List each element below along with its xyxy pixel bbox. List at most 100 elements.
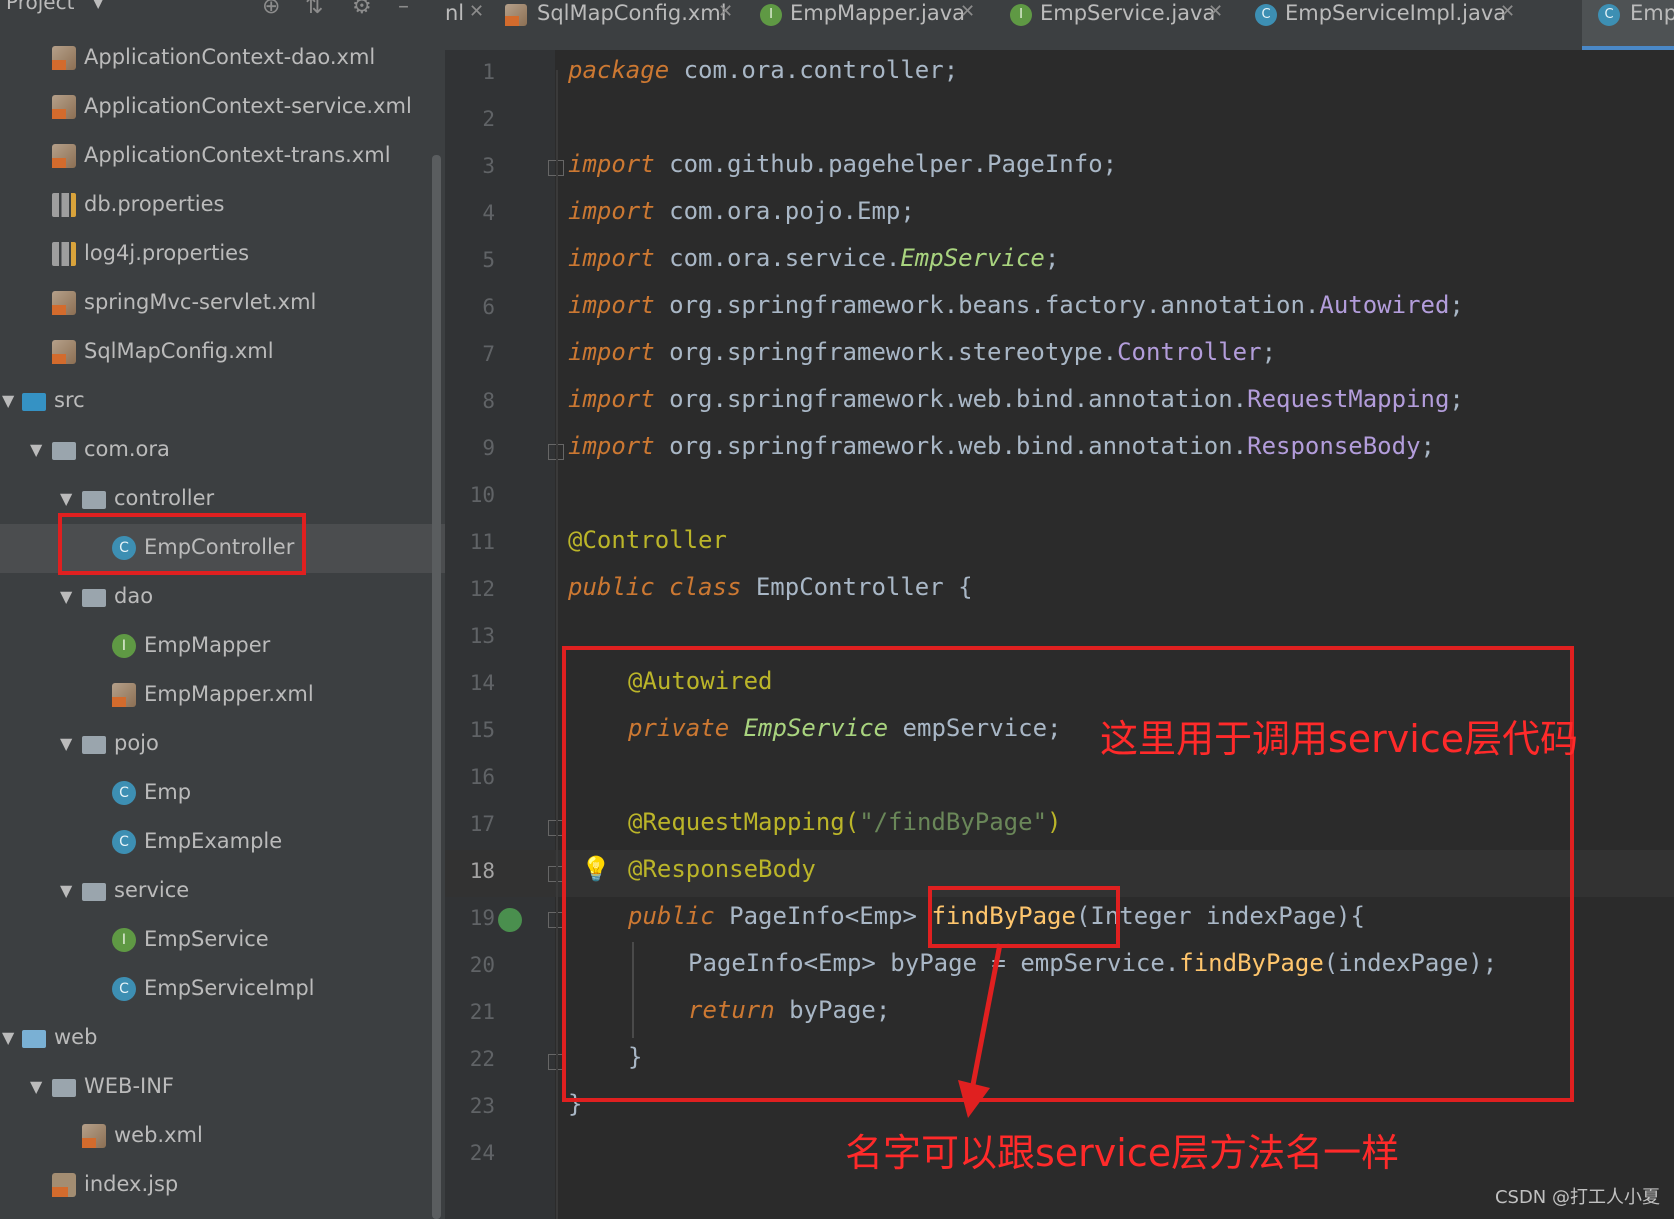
tree-item[interactable]: EmpMapper.xml [0, 671, 445, 720]
xml-file-icon [52, 291, 76, 315]
xml-file-icon [52, 46, 76, 70]
close-icon[interactable]: ✕ [1500, 1, 1515, 22]
expand-arrow-icon[interactable]: ▼ [2, 391, 14, 410]
code-line-3: import com.github.pagehelper.PageInfo; [568, 150, 1118, 178]
tree-item-label: src [54, 388, 85, 412]
line-number: 21 [469, 1000, 495, 1024]
line-number: 13 [469, 624, 495, 648]
tree-item[interactable]: ▼ com.ora [0, 426, 445, 475]
tree-item-label: com.ora [84, 437, 170, 461]
line-number: 10 [469, 483, 495, 507]
tab-empserviceimpl[interactable]: C EmpServiceImpl.java ✕ [1255, 0, 1527, 50]
web-endpoint-icon[interactable] [498, 908, 522, 932]
folder-icon [22, 1030, 46, 1048]
tree-item[interactable]: C EmpServiceImpl [0, 965, 445, 1014]
tree-item[interactable]: log4j.properties [0, 230, 445, 279]
line-number: 20 [469, 953, 495, 977]
tree-item[interactable]: I EmpService [0, 916, 445, 965]
package-folder-icon [82, 589, 106, 607]
xml-file-icon [52, 340, 76, 364]
tab-empmapper[interactable]: I EmpMapper.java ✕ [760, 0, 1000, 50]
expand-arrow-icon[interactable]: ▼ [30, 440, 42, 459]
project-panel: Project ▼ ⊕ ⇅ ⚙ – ApplicationContext-dao… [0, 0, 445, 1219]
tree-item[interactable]: ▼ dao [0, 573, 445, 622]
tree-item[interactable]: index.jsp [0, 1161, 445, 1210]
line-number: 8 [482, 389, 495, 413]
tab-partial[interactable]: nl ✕ [445, 0, 499, 50]
tree-item[interactable]: ApplicationContext-dao.xml [0, 34, 445, 83]
tab-sqlmapconfig[interactable]: SqlMapConfig.xml ✕ [505, 0, 755, 50]
gear-icon[interactable]: ⚙ [352, 0, 372, 19]
collapse-icon[interactable]: ⇅ [305, 0, 323, 19]
xml-file-icon [505, 4, 527, 26]
expand-arrow-icon[interactable]: ▼ [60, 587, 72, 606]
tab-empservice[interactable]: I EmpService.java ✕ [1010, 0, 1245, 50]
project-panel-header[interactable]: Project ▼ [0, 0, 445, 20]
close-icon[interactable]: ✕ [718, 1, 733, 22]
tree-item[interactable]: ApplicationContext-trans.xml [0, 132, 445, 181]
tree-item[interactable]: springMvc-servlet.xml [0, 279, 445, 328]
tree-item[interactable]: ▼ web [0, 1014, 445, 1063]
tree-item[interactable]: I EmpMapper [0, 622, 445, 671]
folder-icon [22, 393, 46, 411]
line-number: 4 [482, 201, 495, 225]
tree-item-label: Emp [144, 780, 192, 804]
package-folder-icon [52, 442, 76, 460]
chevron-down-icon[interactable]: ▼ [92, 0, 104, 11]
tree-item[interactable]: C EmpExample [0, 818, 445, 867]
tree-item-label: ApplicationContext-trans.xml [84, 143, 391, 167]
line-number: 24 [469, 1141, 495, 1165]
tree-item[interactable]: SqlMapConfig.xml [0, 328, 445, 377]
class-icon: C [112, 781, 136, 805]
xml-file-icon [82, 1124, 106, 1148]
close-icon[interactable]: ✕ [1208, 1, 1223, 22]
line-number: 15 [469, 718, 495, 742]
tree-item-label: EmpService [144, 927, 269, 951]
expand-arrow-icon[interactable]: ▼ [60, 734, 72, 753]
expand-arrow-icon[interactable]: ▼ [60, 489, 72, 508]
interface-icon: I [112, 928, 136, 952]
tree-item-label: web.xml [114, 1123, 203, 1147]
tree-item-label: controller [114, 486, 215, 510]
tree-item-label: EmpMapper [144, 633, 271, 657]
annotation-arrow [958, 943, 1003, 1118]
tree-item[interactable]: ▼ service [0, 867, 445, 916]
tree-item[interactable]: ▼ src [0, 377, 445, 426]
close-icon[interactable]: ✕ [960, 1, 975, 22]
tree-item-label: index.jsp [84, 1172, 179, 1196]
code-line-4: import com.ora.pojo.Emp; [568, 197, 915, 225]
xml-file-icon [112, 683, 136, 707]
tree-item-label: dao [114, 584, 154, 608]
xml-file-icon [52, 144, 76, 168]
tree-item[interactable]: ▼ WEB-INF [0, 1063, 445, 1112]
close-icon[interactable]: ✕ [469, 1, 484, 22]
line-number: 23 [469, 1094, 495, 1118]
hide-icon[interactable]: – [398, 0, 409, 19]
tree-item[interactable]: ▼ pojo [0, 720, 445, 769]
interface-icon: I [1010, 4, 1032, 26]
project-scrollbar[interactable] [432, 155, 441, 1219]
line-number: 19 [469, 906, 495, 930]
tab-empcontroller[interactable]: C Emp [1582, 0, 1674, 50]
locate-icon[interactable]: ⊕ [262, 0, 280, 19]
expand-arrow-icon[interactable]: ▼ [30, 1077, 42, 1096]
tree-item[interactable]: web.xml [0, 1112, 445, 1161]
expand-arrow-icon[interactable]: ▼ [2, 1028, 14, 1047]
xml-file-icon [52, 95, 76, 119]
tree-item-label: db.properties [84, 192, 225, 216]
line-number: 9 [482, 436, 495, 460]
line-number: 22 [469, 1047, 495, 1071]
tree-item[interactable]: db.properties [0, 181, 445, 230]
margin-guide [556, 70, 558, 1219]
tree-item-label: EmpExample [144, 829, 283, 853]
tree-item[interactable]: ApplicationContext-service.xml [0, 83, 445, 132]
line-number: 11 [469, 530, 495, 554]
tree-item-label: web [54, 1025, 98, 1049]
code-line-1: package com.ora.controller; [568, 56, 959, 84]
editor-tabs: nl ✕ SqlMapConfig.xml ✕ I EmpMapper.java… [445, 0, 1674, 50]
properties-file-icon [52, 193, 76, 217]
interface-icon: I [112, 634, 136, 658]
expand-arrow-icon[interactable]: ▼ [60, 881, 72, 900]
jsp-file-icon [52, 1173, 76, 1197]
tree-item[interactable]: C Emp [0, 769, 445, 818]
